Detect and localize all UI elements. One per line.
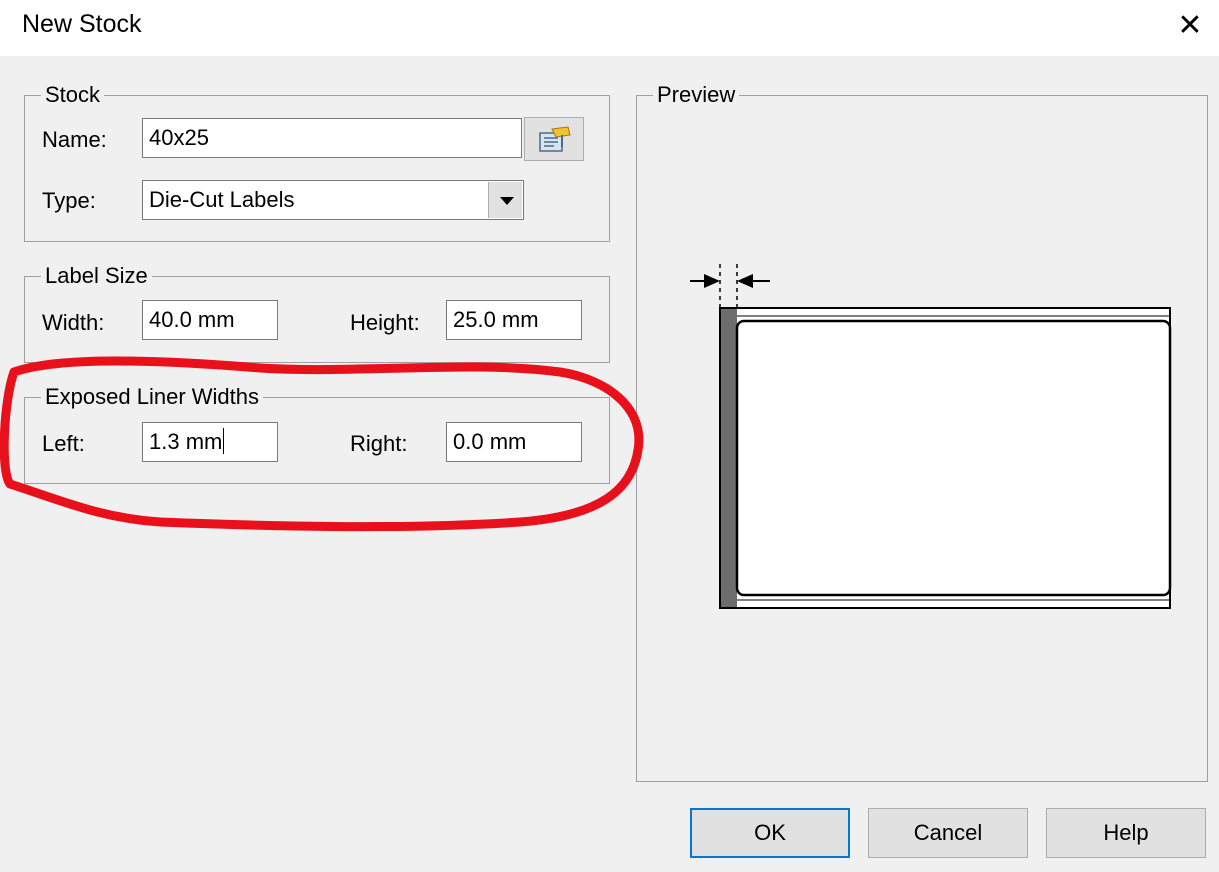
arrow-left-icon: [737, 274, 753, 288]
exposed-liner-left: [720, 308, 737, 608]
help-button[interactable]: Help: [1046, 808, 1206, 858]
arrow-right-icon: [704, 274, 720, 288]
label-preview: [690, 264, 1172, 609]
ok-button[interactable]: OK: [690, 808, 850, 858]
die-cut-label: [735, 319, 1172, 597]
cancel-button[interactable]: Cancel: [868, 808, 1028, 858]
